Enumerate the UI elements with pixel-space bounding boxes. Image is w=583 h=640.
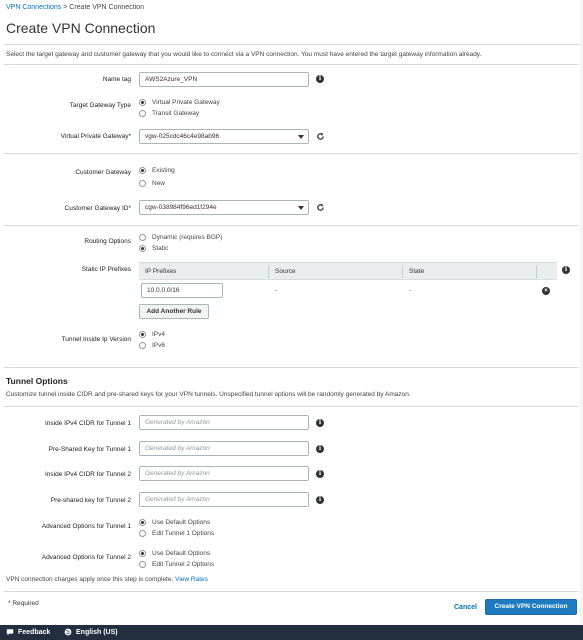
- inside-cidr-tunnel-1-input[interactable]: Generated by Amazon: [139, 415, 309, 430]
- divider: [4, 44, 579, 45]
- source-cell: -: [275, 287, 278, 294]
- radio-unselected-icon[interactable]: [139, 180, 146, 187]
- radio-transit-gateway[interactable]: Transit Gateway: [139, 110, 199, 117]
- divider: [4, 153, 579, 154]
- radio-ipv6[interactable]: IPv6: [139, 342, 165, 349]
- psk-tunnel-1-label: Pre-Shared Key for Tunnel 1: [48, 446, 131, 453]
- chevron-down-icon: [298, 135, 304, 139]
- inside-cidr-tunnel-1-label: Inside IPv4 CIDR for Tunnel 1: [45, 420, 131, 427]
- radio-dynamic[interactable]: Dynamic (requires BGP): [139, 234, 222, 241]
- radio-static[interactable]: Static: [139, 245, 168, 252]
- ip-prefix-input[interactable]: 10.0.0.0/16: [141, 283, 223, 298]
- name-tag-label: Name tag: [102, 76, 131, 83]
- virtual-private-gateway-label: Virtual Private Gateway*: [60, 133, 131, 140]
- divider: [4, 367, 579, 368]
- static-ip-prefixes-label: Static IP Prefixes: [81, 266, 131, 273]
- psk-tunnel-2-label: Pre-shared key for Tunnel 2: [50, 497, 131, 504]
- radio-unselected-icon[interactable]: [139, 342, 146, 349]
- info-icon[interactable]: i: [316, 419, 324, 427]
- radio-virtual-private-gateway[interactable]: Virtual Private Gateway: [139, 99, 220, 106]
- radio-unselected-icon[interactable]: [139, 530, 146, 537]
- column-divider: [268, 266, 269, 278]
- breadcrumb-link-vpn-connections[interactable]: VPN Connections: [6, 4, 61, 11]
- radio-selected-icon[interactable]: [139, 245, 146, 252]
- chevron-down-icon: [298, 206, 304, 210]
- info-icon[interactable]: i: [316, 445, 324, 453]
- footer: Feedback English (US): [0, 625, 583, 640]
- breadcrumb-separator: >: [63, 4, 68, 11]
- intro-text: Select the target gateway and customer g…: [6, 51, 482, 58]
- inside-cidr-tunnel-2-input[interactable]: Generated by Amazon: [139, 466, 309, 481]
- radio-new[interactable]: New: [139, 180, 165, 187]
- routing-options-label: Routing Options: [84, 238, 131, 245]
- tunnel-options-description: Customize tunnel inside CIDR and pre-sha…: [6, 391, 411, 398]
- column-divider: [402, 266, 403, 278]
- cancel-button[interactable]: Cancel: [454, 604, 477, 611]
- radio-unselected-icon[interactable]: [139, 234, 146, 241]
- radio-selected-icon[interactable]: [139, 167, 146, 174]
- name-tag-input[interactable]: AWS2Azure_VPN: [139, 72, 309, 87]
- customer-gateway-id-label: Customer Gateway ID*: [64, 205, 131, 212]
- remove-icon[interactable]: ×: [542, 287, 550, 295]
- radio-tunnel-2-edit[interactable]: Edit Tunnel 2 Options: [139, 561, 214, 568]
- advanced-options-tunnel-2-label: Advanced Options for Tunnel 2: [41, 554, 131, 561]
- target-gateway-type-label: Target Gateway Type: [69, 102, 131, 109]
- page-title: Create VPN Connection: [6, 20, 156, 36]
- tunnel-options-title: Tunnel Options: [6, 376, 68, 386]
- radio-unselected-icon[interactable]: [139, 110, 146, 117]
- language-selector[interactable]: English (US): [64, 628, 118, 636]
- tunnel-inside-ip-version-label: Tunnel Inside Ip Version: [61, 336, 132, 343]
- divider: [4, 225, 579, 226]
- column-divider: [536, 266, 537, 278]
- radio-selected-icon[interactable]: [139, 99, 146, 106]
- globe-icon: [64, 628, 72, 636]
- psk-tunnel-2-input[interactable]: Generated by Amazon: [139, 492, 309, 507]
- customer-gateway-label: Customer Gateway: [75, 169, 131, 176]
- speech-bubble-icon: [6, 629, 14, 636]
- feedback-button[interactable]: Feedback: [6, 628, 50, 636]
- refresh-icon[interactable]: [316, 203, 325, 212]
- radio-tunnel-1-edit[interactable]: Edit Tunnel 1 Options: [139, 530, 214, 537]
- column-header-ip-prefixes[interactable]: IP Prefixes: [145, 268, 176, 275]
- refresh-icon[interactable]: [316, 132, 325, 141]
- state-cell: -: [409, 287, 412, 294]
- view-rates-link[interactable]: View Rates: [175, 576, 208, 583]
- radio-existing[interactable]: Existing: [139, 167, 175, 174]
- column-header-source[interactable]: Source: [275, 268, 296, 275]
- radio-ipv4[interactable]: IPv4: [139, 331, 165, 338]
- psk-tunnel-1-input[interactable]: Generated by Amazon: [139, 441, 309, 456]
- required-note: * Required: [8, 600, 39, 607]
- charges-note: VPN connection charges apply once this s…: [6, 576, 208, 583]
- breadcrumb: VPN Connections > Create VPN Connection: [6, 4, 144, 11]
- info-icon[interactable]: i: [316, 75, 324, 83]
- column-header-state[interactable]: State: [409, 268, 424, 275]
- radio-selected-icon[interactable]: [139, 519, 146, 526]
- advanced-options-tunnel-1-label: Advanced Options for Tunnel 1: [41, 523, 131, 530]
- info-icon[interactable]: i: [562, 266, 570, 274]
- radio-tunnel-2-default[interactable]: Use Default Options: [139, 550, 210, 557]
- table-header: IP Prefixes Source State: [139, 262, 557, 280]
- radio-tunnel-1-default[interactable]: Use Default Options: [139, 519, 210, 526]
- divider: [4, 591, 579, 592]
- customer-gateway-id-select[interactable]: cgw-038984f96ed1f294e: [139, 200, 309, 215]
- breadcrumb-current: Create VPN Connection: [69, 4, 144, 11]
- radio-unselected-icon[interactable]: [139, 561, 146, 568]
- divider: [4, 406, 579, 407]
- info-icon[interactable]: i: [316, 470, 324, 478]
- radio-selected-icon[interactable]: [139, 331, 146, 338]
- divider: [4, 64, 579, 65]
- radio-selected-icon[interactable]: [139, 550, 146, 557]
- inside-cidr-tunnel-2-label: Inside IPv4 CIDR for Tunnel 2: [45, 471, 131, 478]
- create-vpn-connection-button[interactable]: Create VPN Connection: [485, 599, 577, 615]
- virtual-private-gateway-select[interactable]: vgw-025cdc46c4e98ab96: [139, 129, 309, 144]
- add-another-rule-button[interactable]: Add Another Rule: [139, 304, 209, 319]
- info-icon[interactable]: i: [316, 496, 324, 504]
